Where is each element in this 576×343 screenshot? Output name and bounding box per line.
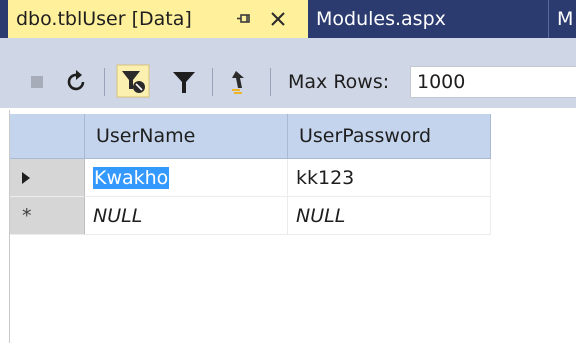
max-rows-input[interactable]: 1000 <box>410 66 576 98</box>
refresh-icon[interactable] <box>66 68 88 98</box>
column-header-username[interactable]: UserName <box>85 114 288 159</box>
row-selector[interactable]: * <box>10 197 85 235</box>
toolbar-separator <box>270 68 271 96</box>
grid-header-row: UserName UserPassword <box>10 114 491 159</box>
tab-overflow[interactable]: M <box>548 0 576 38</box>
cell-username[interactable]: Kwakho <box>85 159 288 197</box>
close-icon[interactable] <box>270 0 286 38</box>
filter-pane-icon[interactable] <box>116 64 150 102</box>
select-all-cell[interactable] <box>10 114 85 159</box>
execute-icon[interactable] <box>228 68 250 100</box>
selected-cell-text[interactable]: Kwakho <box>93 166 170 189</box>
column-header-userpassword[interactable]: UserPassword <box>288 114 491 159</box>
new-row-marker: * <box>22 205 32 227</box>
cell-username[interactable]: NULL <box>85 197 288 235</box>
toolbar-separator <box>104 68 105 96</box>
tab-label: M <box>557 8 574 30</box>
tab-tbluser-data[interactable]: dbo.tblUser [Data] <box>8 0 308 38</box>
tab-modules-aspx[interactable]: Modules.aspx <box>308 0 548 38</box>
table-row-new[interactable]: * NULL NULL <box>10 197 491 235</box>
pin-icon[interactable] <box>236 0 252 38</box>
cell-userpassword[interactable]: kk123 <box>288 159 491 197</box>
cell-userpassword[interactable]: NULL <box>288 197 491 235</box>
document-tab-strip: dbo.tblUser [Data] Modules.aspx M <box>0 0 576 38</box>
stop-icon[interactable] <box>30 74 44 93</box>
tab-label: dbo.tblUser [Data] <box>16 8 192 30</box>
tab-label: Modules.aspx <box>316 8 446 30</box>
row-selector[interactable] <box>10 159 85 197</box>
table-row[interactable]: Kwakho kk123 <box>10 159 491 197</box>
max-rows-label: Max Rows: <box>288 71 390 93</box>
current-row-arrow-icon <box>22 172 30 184</box>
filter-icon[interactable] <box>170 68 198 100</box>
toolbar-separator <box>212 68 213 96</box>
